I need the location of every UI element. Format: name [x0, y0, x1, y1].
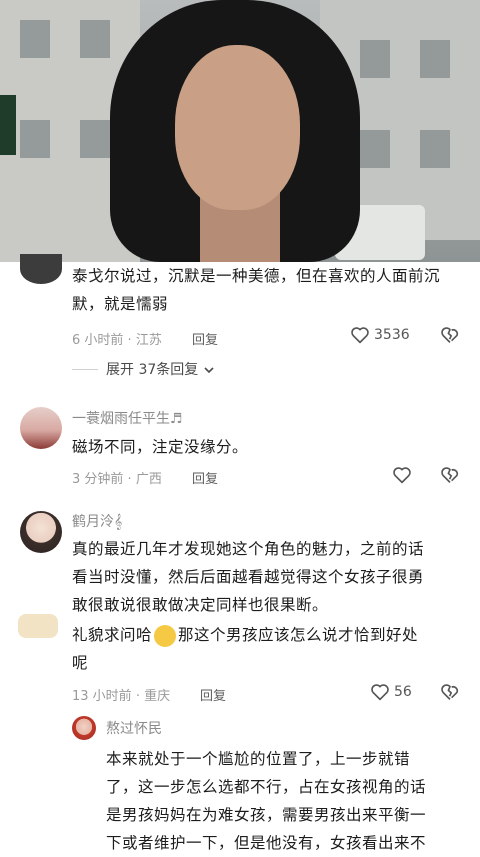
avatar[interactable] [20, 407, 62, 449]
music-note-icon: 𝄞 [114, 514, 123, 530]
comment-text-line: 了，这一步怎么选都不行，占在女孩视角的话 [106, 778, 427, 796]
dislike-button[interactable] [440, 683, 460, 701]
comment-text-line: 看当时没懂，然后后面越看越觉得这个女孩子很勇 [72, 568, 425, 586]
comment-text-line: 呢 [72, 654, 89, 672]
expand-label: 展开 37条回复 [106, 362, 199, 378]
divider [72, 369, 98, 370]
comment-username[interactable]: 熬过怀民 [106, 718, 162, 738]
like-button[interactable]: 3536 [350, 326, 410, 344]
text-segment: 那这个男孩应该怎么说才恰到好处 [178, 626, 419, 644]
comment-text-line: 敢很敢说很敢做决定同样也很果断。 [72, 596, 329, 614]
avatar[interactable] [20, 511, 62, 553]
reply-button[interactable]: 回复 [200, 685, 226, 704]
avatar[interactable] [72, 716, 96, 740]
comment-text-line: 是男孩妈妈在为难女孩，需要男孩出来平衡一 [106, 806, 427, 824]
meta-separator: · [135, 689, 140, 704]
comment-text-line: 真的最近几年才发现她这个角色的魅力，之前的话 [72, 540, 425, 558]
building-window [420, 40, 450, 78]
comment-location: 重庆 [144, 689, 171, 704]
comment-text: 泰戈尔说过，沉默是一种美德，但在喜欢的人面前沉默，就是懦弱 [72, 267, 441, 313]
building-window [420, 130, 450, 168]
dislike-button[interactable] [440, 326, 460, 344]
broken-heart-icon [440, 326, 460, 344]
heart-icon [370, 683, 390, 701]
building-window [360, 40, 390, 78]
emoji-face-icon [154, 624, 177, 647]
like-count: 3536 [374, 327, 410, 343]
comment-location: 广西 [135, 472, 162, 487]
username-text: 鹤月泠 [72, 514, 114, 530]
like-button[interactable]: 56 [370, 683, 412, 701]
broken-heart-icon [440, 466, 460, 484]
dislike-button[interactable] [440, 466, 460, 484]
comment-time: 13 小时前 [72, 689, 132, 704]
heart-icon [392, 466, 412, 484]
building-window [360, 130, 390, 168]
comment-meta: 6 小时前 · 江苏 [72, 329, 162, 348]
building-window [20, 120, 50, 158]
comment-time: 3 分钟前 [72, 472, 124, 487]
emoji-sticker [18, 614, 58, 638]
like-button[interactable] [392, 466, 412, 484]
text-segment: 礼貌求问哈 [72, 626, 153, 644]
meta-separator: · [127, 333, 132, 348]
traffic-light [0, 95, 16, 155]
broken-heart-icon [440, 683, 460, 701]
comment-text-line: 礼貌求问哈 那这个男孩应该怎么说才恰到好处 [72, 621, 418, 649]
comment-text-line: 本来就处于一个尴尬的位置了，上一步就错 [106, 750, 411, 768]
comment-location: 江苏 [135, 333, 162, 348]
comment-time: 6 小时前 [72, 333, 124, 348]
comment-meta: 3 分钟前 · 广西 [72, 468, 162, 487]
chevron-down-icon [203, 365, 215, 375]
video-player[interactable] [0, 0, 480, 262]
comment-username[interactable]: 一蓑烟雨任平生♬ [72, 408, 183, 428]
comment-username[interactable]: 鹤月泠𝄞 [72, 511, 122, 531]
like-count: 56 [394, 684, 412, 700]
building-window [80, 20, 110, 58]
comment-meta: 13 小时前 · 重庆 [72, 685, 170, 704]
comment-list: 泰戈尔说过，沉默是一种美德，但在喜欢的人面前沉默，就是懦弱 6 小时前 · 江苏… [0, 254, 480, 853]
meta-separator: · [127, 472, 132, 487]
person-face [175, 45, 300, 210]
reply-button[interactable]: 回复 [192, 468, 218, 487]
building-window [80, 120, 110, 158]
comment-text: 磁场不同，注定没缘分。 [72, 438, 249, 456]
heart-icon [350, 326, 370, 344]
reply-button[interactable]: 回复 [192, 329, 218, 348]
expand-replies-button[interactable]: 展开 37条回复 [106, 359, 215, 379]
building-window [20, 20, 50, 58]
avatar[interactable] [20, 254, 62, 284]
